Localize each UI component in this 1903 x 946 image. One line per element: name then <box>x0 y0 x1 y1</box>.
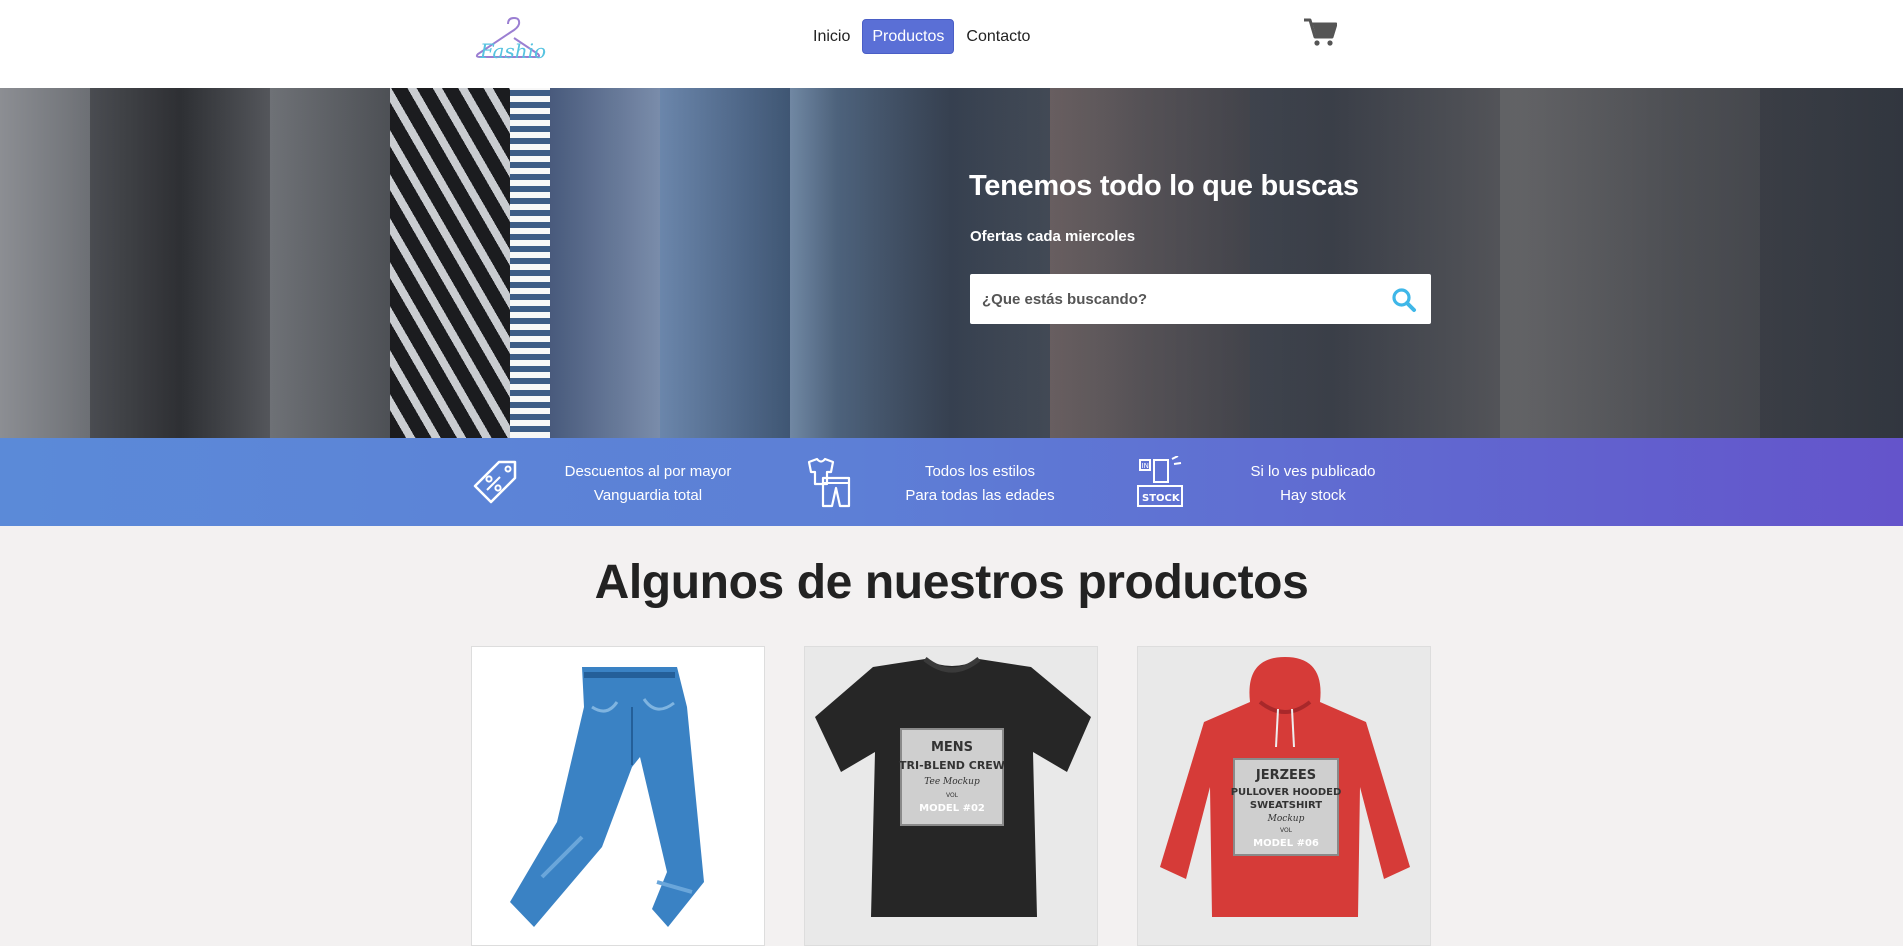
discount-tag-icon <box>473 460 517 504</box>
feature-line: Si lo ves publicado <box>1250 463 1376 480</box>
product-card-jeans[interactable] <box>471 646 765 946</box>
tshirt-print-line: TRI-BLEND CREW <box>899 759 1005 772</box>
svg-text:STOCK: STOCK <box>1142 493 1181 504</box>
hero-title: Tenemos todo lo que buscas <box>969 170 1359 202</box>
nav-productos[interactable]: Productos <box>862 19 955 54</box>
products-title: Algunos de nuestros productos <box>594 556 1309 609</box>
hero-banner: Tenemos todo lo que buscas Ofertas cada … <box>0 88 1903 438</box>
hoodie-print-line: SWEATSHIRT <box>1250 800 1322 811</box>
feature-line: Hay stock <box>1280 487 1346 504</box>
in-stock-icon: IN STOCK <box>1137 456 1183 507</box>
hoodie-print-line: PULLOVER HOODED <box>1231 787 1342 798</box>
product-card-tshirt[interactable]: MENS TRI-BLEND CREW Tee Mockup VOL MODEL… <box>804 646 1098 946</box>
search-box <box>970 274 1431 324</box>
svg-text:Fashion: Fashion <box>479 39 546 63</box>
jeans-image <box>510 667 704 927</box>
clothes-icon <box>807 457 851 508</box>
hoodie-print-line: Mockup <box>1267 814 1305 824</box>
feature-line: Todos los estilos <box>924 463 1036 480</box>
cart-icon[interactable] <box>1303 17 1337 47</box>
tshirt-print-line: VOL <box>946 792 959 799</box>
features-band: Descuentos al por mayor Vanguardia total… <box>0 438 1903 526</box>
hoodie-print-line: MODEL #06 <box>1253 838 1319 849</box>
product-card-hoodie[interactable]: JERZEES PULLOVER HOODED SWEATSHIRT Mocku… <box>1137 646 1431 946</box>
main-nav: Inicio Productos Contacto <box>804 19 1042 54</box>
search-input[interactable] <box>982 274 1382 324</box>
svg-text:IN: IN <box>1142 462 1149 470</box>
nav-inicio[interactable]: Inicio <box>804 20 859 53</box>
hero-overlay <box>0 88 1903 438</box>
tshirt-print-line: MODEL #02 <box>919 803 985 814</box>
site-header: Fashion Inicio Productos Contacto <box>0 0 1903 88</box>
tshirt-print-line: MENS <box>931 740 973 755</box>
hoodie-print-line: VOL <box>1280 827 1293 834</box>
feature-stock: Si lo ves publicado Hay stock <box>1213 460 1413 508</box>
nav-contacto[interactable]: Contacto <box>957 20 1039 53</box>
tshirt-print-line: Tee Mockup <box>924 777 980 787</box>
feature-discounts: Descuentos al por mayor Vanguardia total <box>548 460 748 508</box>
tshirt-image: MENS TRI-BLEND CREW Tee Mockup VOL MODEL… <box>815 657 1091 917</box>
feature-line: Descuentos al por mayor <box>564 463 732 480</box>
hoodie-print-line: JERZEES <box>1255 768 1316 783</box>
hero-subtitle: Ofertas cada miercoles <box>970 228 1136 245</box>
hoodie-image: JERZEES PULLOVER HOODED SWEATSHIRT Mocku… <box>1160 657 1410 917</box>
search-icon[interactable] <box>1391 287 1417 313</box>
feature-line: Para todas las edades <box>905 487 1055 504</box>
fashion-logo[interactable]: Fashion <box>470 16 546 76</box>
feature-styles: Todos los estilos Para todas las edades <box>880 460 1080 508</box>
feature-line: Vanguardia total <box>593 487 703 504</box>
